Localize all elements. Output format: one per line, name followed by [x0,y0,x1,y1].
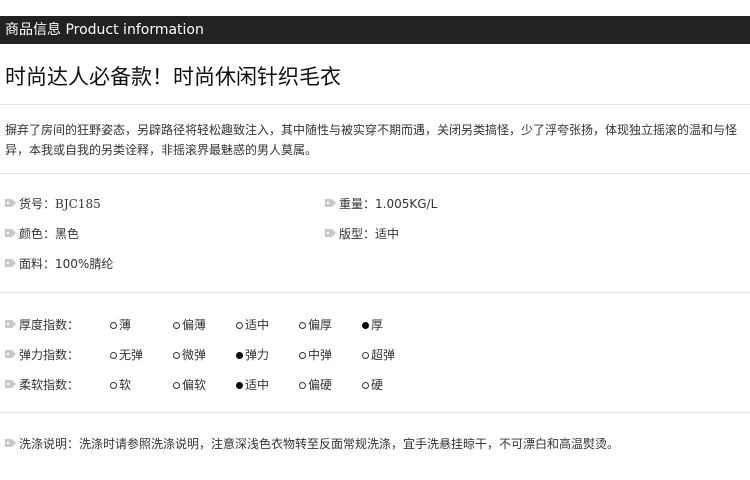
index-option-label: 偏软 [182,378,207,392]
divider [0,104,750,105]
radio-filled-icon [362,322,369,329]
index-option: 偏厚 [299,316,332,334]
tag-icon [325,229,336,237]
tag-icon [5,350,16,358]
index-option: 中弹 [299,346,332,364]
index-option: 硬 [362,376,383,394]
radio-empty-icon [173,322,180,329]
radio-empty-icon [236,322,243,329]
radio-empty-icon [362,382,369,389]
spec-sku: 货号：BJC185 [5,195,101,213]
spec-fabric-label: 面料： [19,257,56,271]
index-option: 适中 [236,316,269,334]
radio-empty-icon [362,352,369,359]
spec-color-value: 黑色 [55,227,80,241]
tag-icon [5,320,16,328]
spec-fit-value: 适中 [375,227,400,241]
index-option: 适中 [236,376,269,394]
spec-weight-value: 1.005KG/L [375,197,438,211]
section-header: 商品信息 Product information [0,16,750,44]
index-option-label: 软 [119,378,132,392]
index-option: 微弹 [173,346,206,364]
tag-icon [5,259,16,267]
radio-empty-icon [110,352,117,359]
radio-empty-icon [110,322,117,329]
index-label: 厚度指数： [5,316,79,334]
index-option-label: 适中 [245,318,270,332]
spec-fit-label: 版型： [339,227,376,241]
spec-weight: 重量：1.005KG/L [325,195,437,213]
wash-instructions: 洗涤说明：洗涤时请参照洗涤说明，注意深浅色衣物转至反面常规洗涤，宜手洗悬挂晾干，… [5,435,619,453]
index-option-label: 厚 [371,318,384,332]
index-option: 无弹 [110,346,143,364]
index-label-text: 厚度指数： [19,318,80,332]
index-option-label: 微弹 [182,348,207,362]
spec-fit: 版型：适中 [325,225,399,243]
radio-filled-icon [236,382,243,389]
spec-sku-label: 货号： [19,197,56,211]
divider [0,173,750,174]
divider [0,412,750,413]
index-option-label: 硬 [371,378,384,392]
index-option: 偏薄 [173,316,206,334]
index-label: 弹力指数： [5,346,79,364]
index-label-text: 柔软指数： [19,378,80,392]
index-option-label: 无弹 [119,348,144,362]
index-option: 超弹 [362,346,395,364]
radio-filled-icon [236,352,243,359]
index-label-text: 弹力指数： [19,348,80,362]
index-option: 薄 [110,316,131,334]
radio-empty-icon [299,382,306,389]
product-title: 时尚达人必备款！时尚休闲针织毛衣 [5,65,341,89]
radio-empty-icon [299,322,306,329]
index-option: 软 [110,376,131,394]
spec-color: 颜色：黑色 [5,225,79,243]
spec-weight-label: 重量： [339,197,376,211]
divider [0,292,750,293]
index-option-label: 偏薄 [182,318,207,332]
index-option-label: 中弹 [308,348,333,362]
spec-color-label: 颜色： [19,227,56,241]
tag-icon [5,199,16,207]
index-option-label: 超弹 [371,348,396,362]
index-label: 柔软指数： [5,376,79,394]
radio-empty-icon [173,382,180,389]
spec-sku-value: BJC185 [55,197,101,211]
radio-empty-icon [299,352,306,359]
spec-fabric: 面料：100%腈纶 [5,255,113,273]
index-option: 偏软 [173,376,206,394]
index-option-label: 偏硬 [308,378,333,392]
tag-icon [5,439,16,447]
index-option: 弹力 [236,346,269,364]
index-option: 厚 [362,316,383,334]
section-header-title: 商品信息 Product information [5,22,204,38]
wash-text: 洗涤说明：洗涤时请参照洗涤说明，注意深浅色衣物转至反面常规洗涤，宜手洗悬挂晾干，… [19,437,620,451]
tag-icon [325,199,336,207]
index-option-label: 薄 [119,318,132,332]
tag-icon [5,380,16,388]
index-option-label: 适中 [245,378,270,392]
tag-icon [5,229,16,237]
product-intro: 摒弃了房间的狂野姿态，另辟路径将轻松趣致注入，其中随性与被实穿不期而遇，关闭另类… [5,123,738,157]
index-option: 偏硬 [299,376,332,394]
index-option-label: 弹力 [245,348,270,362]
radio-empty-icon [110,382,117,389]
index-option-label: 偏厚 [308,318,333,332]
spec-fabric-value: 100%腈纶 [55,257,114,271]
radio-empty-icon [173,352,180,359]
